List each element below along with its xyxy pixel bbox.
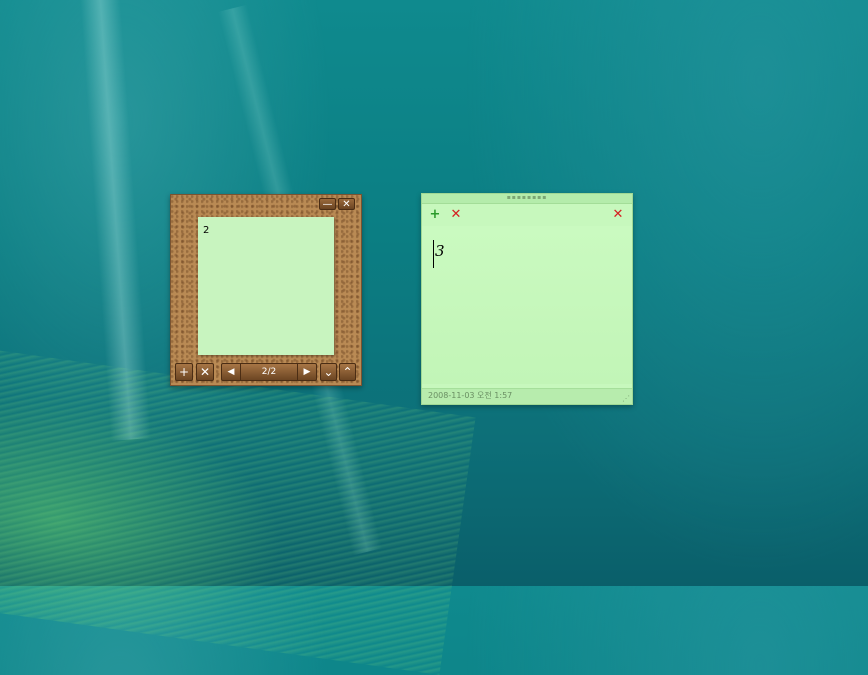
minimize-button[interactable]: — bbox=[319, 198, 336, 210]
collapse-button[interactable]: ⌄ bbox=[320, 363, 337, 381]
delete-note-icon[interactable]: ✕ bbox=[449, 208, 463, 222]
timestamp: 2008-11-03 오전 1:57 bbox=[428, 391, 513, 400]
close-note-icon[interactable]: ✕ bbox=[611, 208, 625, 222]
delete-note-button[interactable]: ✕ bbox=[196, 363, 214, 381]
add-note-button[interactable]: + bbox=[175, 363, 193, 381]
text-caret bbox=[433, 240, 434, 268]
cork-toolbar: + ✕ ◀ 2/2 ▶ ⌄ ⌃ bbox=[175, 363, 357, 382]
pinned-note[interactable]: 2 bbox=[198, 217, 334, 355]
cork-window-buttons: — ✕ bbox=[319, 198, 355, 210]
sticky-note-gadget: ▪▪▪▪▪▪▪▪ + ✕ ✕ 3 2008-11-03 오전 1:57 ⋰ bbox=[421, 193, 633, 405]
note-text: 3 bbox=[435, 242, 445, 260]
note-footer: 2008-11-03 오전 1:57 ⋰ bbox=[422, 388, 632, 404]
add-note-icon[interactable]: + bbox=[428, 208, 442, 222]
page-indicator: 2/2 bbox=[261, 367, 277, 377]
wallpaper-streak bbox=[79, 0, 151, 441]
close-button[interactable]: ✕ bbox=[338, 198, 355, 210]
resize-grip-icon[interactable]: ⋰ bbox=[622, 394, 630, 403]
next-page-button[interactable]: ▶ bbox=[297, 364, 316, 380]
pinned-note-text: 2 bbox=[203, 225, 210, 236]
drag-grip[interactable]: ▪▪▪▪▪▪▪▪ bbox=[422, 194, 632, 204]
previous-page-button[interactable]: ◀ bbox=[222, 364, 241, 380]
cork-board-gadget: — ✕ 2 + ✕ ◀ 2/2 ▶ ⌄ ⌃ bbox=[170, 194, 362, 386]
expand-button[interactable]: ⌃ bbox=[339, 363, 356, 381]
note-text-area[interactable]: 3 bbox=[422, 226, 632, 384]
wallpaper-wave bbox=[0, 345, 476, 675]
note-toolbar: + ✕ ✕ bbox=[422, 204, 632, 226]
pager: ◀ 2/2 ▶ bbox=[221, 363, 317, 381]
